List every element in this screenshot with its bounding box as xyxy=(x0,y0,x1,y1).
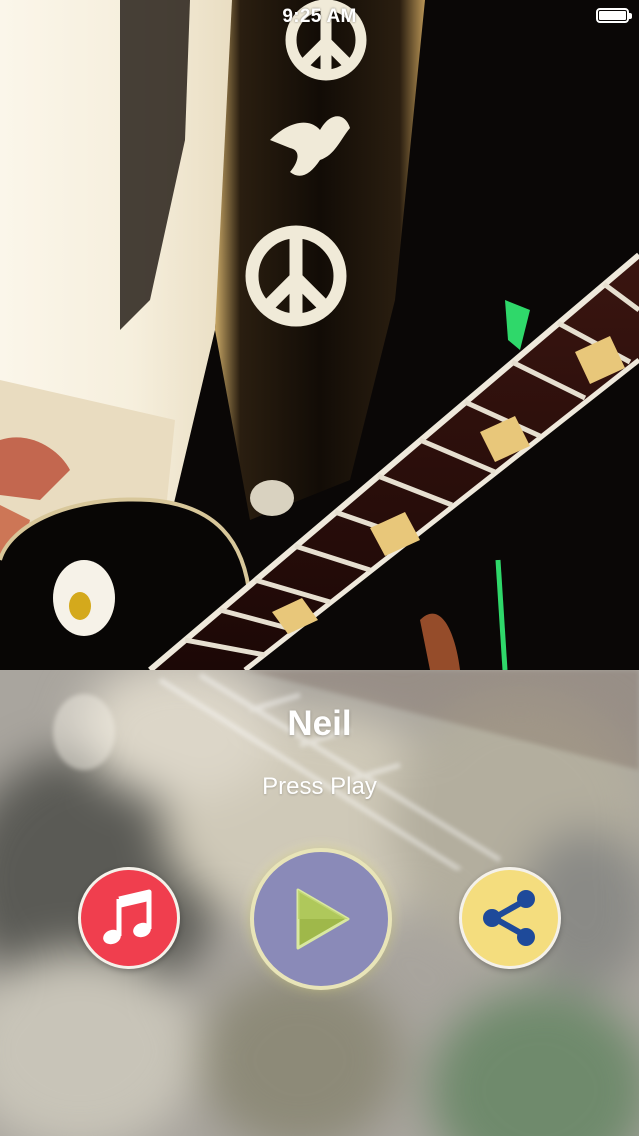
share-button[interactable] xyxy=(459,867,561,969)
music-note-icon xyxy=(103,889,152,945)
share-icon xyxy=(483,890,535,946)
app-screen: 9:25 AM Neil Press Play xyxy=(0,0,639,1136)
play-button[interactable] xyxy=(250,848,392,990)
track-subtitle: Press Play xyxy=(262,773,377,800)
now-playing-panel: Neil Press Play xyxy=(0,670,639,1136)
status-time: 9:25 AM xyxy=(282,6,357,27)
play-icon xyxy=(296,888,350,950)
track-title: Neil xyxy=(287,704,352,743)
battery-full-icon xyxy=(596,8,632,23)
status-bar: 9:25 AM xyxy=(0,0,639,34)
now-playing-content: Neil Press Play xyxy=(0,670,639,1136)
music-library-button[interactable] xyxy=(78,867,180,969)
album-artwork xyxy=(0,0,639,670)
